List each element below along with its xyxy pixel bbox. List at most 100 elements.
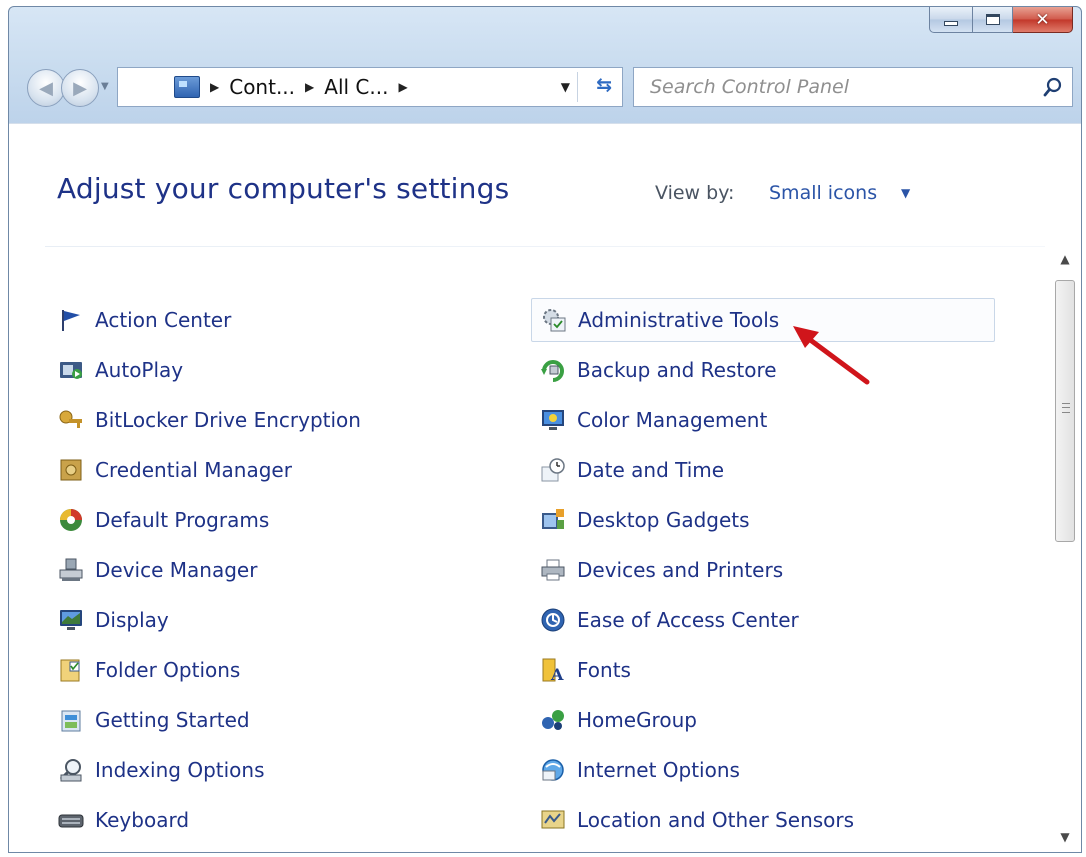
cp-item-ease-of-access[interactable]: Ease of Access Center — [531, 598, 799, 642]
control-panel-icon — [174, 76, 200, 98]
keyboard-icon — [57, 806, 85, 834]
close-icon: ✕ — [1035, 9, 1050, 30]
item-label: Location and Other Sensors — [577, 808, 855, 832]
cp-item-location-sensors[interactable]: Location and Other Sensors — [531, 798, 854, 842]
content-area: Adjust your computer's settings View by:… — [9, 123, 1081, 852]
cp-item-date-and-time[interactable]: Date and Time — [531, 448, 724, 492]
breadcrumb-control-panel[interactable]: Cont... — [229, 75, 295, 99]
cp-item-keyboard[interactable]: Keyboard — [49, 798, 189, 842]
item-label: BitLocker Drive Encryption — [95, 408, 361, 432]
item-label: Color Management — [577, 408, 768, 432]
minimize-icon — [944, 21, 958, 26]
fonts-icon: A — [539, 656, 567, 684]
flag-icon — [57, 306, 85, 334]
backup-restore-icon — [539, 356, 567, 384]
item-label: Date and Time — [577, 458, 725, 482]
cp-item-action-center[interactable]: Action Center — [49, 298, 231, 342]
indexing-icon — [57, 756, 85, 784]
view-by-label: View by: — [655, 182, 735, 204]
close-button[interactable]: ✕ — [1013, 7, 1073, 33]
breadcrumb-separator-icon[interactable]: ▶ — [305, 80, 314, 94]
vertical-scrollbar[interactable]: ▲ ▼ — [1053, 244, 1077, 852]
cp-item-devices-and-printers[interactable]: Devices and Printers — [531, 548, 783, 592]
item-label: Indexing Options — [95, 758, 265, 782]
folder-options-icon — [57, 656, 85, 684]
refresh-icon[interactable]: ⇆ — [596, 74, 612, 96]
color-management-icon — [539, 406, 567, 434]
cp-item-default-programs[interactable]: Default Programs — [49, 498, 269, 542]
admin-tools-icon — [540, 306, 568, 334]
printer-icon — [539, 556, 567, 584]
cp-item-homegroup[interactable]: HomeGroup — [531, 698, 697, 742]
search-box[interactable] — [633, 67, 1073, 107]
cp-item-bitlocker[interactable]: BitLocker Drive Encryption — [49, 398, 361, 442]
view-by-chevron-down-icon[interactable]: ▼ — [901, 186, 910, 200]
breadcrumb-all-items[interactable]: All C... — [324, 75, 388, 99]
credential-vault-icon — [57, 456, 85, 484]
recent-pages-dropdown-icon[interactable]: ▼ — [101, 81, 109, 92]
item-label: Keyboard — [95, 808, 190, 832]
navigation-bar: ◀ ▶ ▼ ▶ Cont... ▶ All C... ▶ ▼ ⇆ — [9, 59, 1081, 109]
scroll-down-icon[interactable]: ▼ — [1053, 830, 1077, 852]
item-label: Credential Manager — [95, 458, 292, 482]
cp-item-fonts[interactable]: A Fonts — [531, 648, 631, 692]
page-title: Adjust your computer's settings — [57, 172, 510, 205]
back-arrow-icon: ◀ — [39, 77, 53, 99]
breadcrumb-separator-icon[interactable]: ▶ — [210, 80, 219, 94]
minimize-button[interactable] — [929, 7, 973, 33]
cp-item-indexing-options[interactable]: Indexing Options — [49, 748, 265, 792]
address-bar[interactable]: ▶ Cont... ▶ All C... ▶ ▼ ⇆ — [117, 67, 623, 107]
cp-item-credential-manager[interactable]: Credential Manager — [49, 448, 292, 492]
grip-icon — [1062, 403, 1070, 413]
cp-item-administrative-tools[interactable]: Administrative Tools — [531, 298, 995, 342]
address-divider — [577, 72, 578, 102]
item-label: Internet Options — [577, 758, 740, 782]
cp-item-backup-restore[interactable]: Backup and Restore — [531, 348, 777, 392]
svg-text:A: A — [550, 665, 564, 683]
item-label: Devices and Printers — [577, 558, 784, 582]
item-label: HomeGroup — [577, 708, 697, 732]
forward-arrow-icon: ▶ — [73, 77, 87, 99]
forward-button[interactable]: ▶ — [61, 69, 99, 107]
scroll-thumb[interactable] — [1055, 280, 1075, 542]
gadgets-icon — [539, 506, 567, 534]
caption-buttons: ✕ — [929, 7, 1073, 39]
cp-item-getting-started[interactable]: Getting Started — [49, 698, 250, 742]
item-label: Default Programs — [95, 508, 270, 532]
header-divider — [45, 246, 1045, 247]
cp-item-device-manager[interactable]: Device Manager — [49, 548, 257, 592]
cp-item-color-management[interactable]: Color Management — [531, 398, 767, 442]
item-label: AutoPlay — [95, 358, 184, 382]
item-label: Backup and Restore — [577, 358, 777, 382]
ease-of-access-icon — [539, 606, 567, 634]
item-label: Device Manager — [95, 558, 258, 582]
cp-item-autoplay[interactable]: AutoPlay — [49, 348, 183, 392]
cp-item-folder-options[interactable]: Folder Options — [49, 648, 240, 692]
item-label: Getting Started — [95, 708, 250, 732]
search-input[interactable] — [650, 76, 1010, 98]
sensors-icon — [539, 806, 567, 834]
maximize-button[interactable] — [973, 7, 1013, 33]
device-manager-icon — [57, 556, 85, 584]
bitlocker-key-icon — [57, 406, 85, 434]
maximize-icon — [985, 14, 1000, 25]
cp-item-internet-options[interactable]: Internet Options — [531, 748, 740, 792]
item-label: Action Center — [95, 308, 232, 332]
scroll-up-icon[interactable]: ▲ — [1053, 252, 1077, 276]
search-icon[interactable] — [1042, 76, 1064, 98]
homegroup-icon — [539, 706, 567, 734]
item-label: Ease of Access Center — [577, 608, 799, 632]
control-panel-window: ✕ ◀ ▶ ▼ ▶ Cont... ▶ All C... ▶ ▼ ⇆ Searc… — [8, 6, 1082, 853]
cp-item-desktop-gadgets[interactable]: Desktop Gadgets — [531, 498, 750, 542]
internet-options-icon — [539, 756, 567, 784]
item-label: Fonts — [577, 658, 631, 682]
getting-started-icon — [57, 706, 85, 734]
view-by-dropdown[interactable]: Small icons — [769, 182, 877, 204]
cp-item-display[interactable]: Display — [49, 598, 169, 642]
autoplay-icon — [57, 356, 85, 384]
item-label: Desktop Gadgets — [577, 508, 750, 532]
address-dropdown-icon[interactable]: ▼ — [561, 80, 570, 94]
back-button[interactable]: ◀ — [27, 69, 65, 107]
breadcrumb-separator-icon[interactable]: ▶ — [398, 80, 407, 94]
item-label: Folder Options — [95, 658, 241, 682]
